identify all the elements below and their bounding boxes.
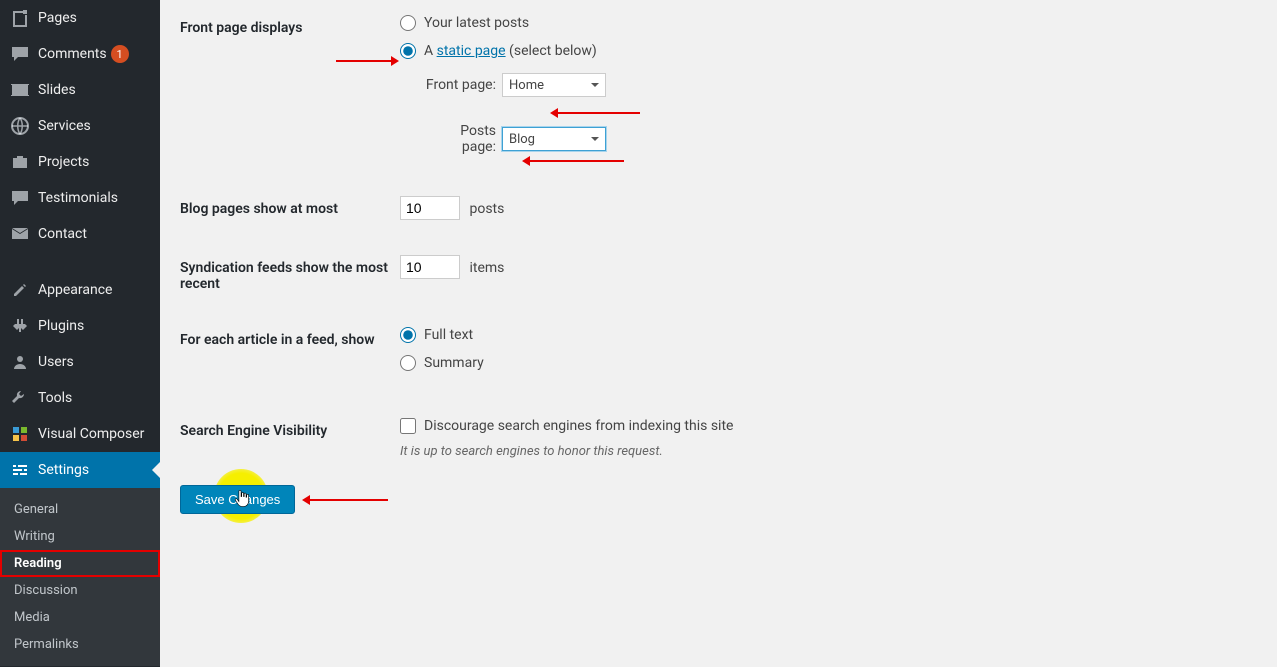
unit-label: items <box>469 260 504 276</box>
unit-label: posts <box>469 201 504 217</box>
submenu-item-discussion[interactable]: Discussion <box>0 577 160 604</box>
users-icon <box>10 352 30 372</box>
settings-submenu: General Writing Reading Discussion Media… <box>0 488 160 666</box>
radio-static-page[interactable] <box>400 43 416 59</box>
discourage-checkbox[interactable] <box>400 418 416 434</box>
front-page-displays-heading: Front page displays <box>180 0 400 181</box>
mail-icon <box>10 224 30 244</box>
sidebar-item-label: Visual Composer <box>38 426 144 442</box>
radio-label: A static page (select below) <box>424 43 597 59</box>
syndication-heading: Syndication feeds show the most recent <box>180 240 400 312</box>
sidebar-item-label: Users <box>38 354 74 370</box>
sidebar-item-pages[interactable]: Pages <box>0 0 160 36</box>
sidebar-item-label: Contact <box>38 226 87 242</box>
sidebar-item-label: Settings <box>38 462 89 478</box>
syndication-input[interactable] <box>400 255 460 279</box>
sidebar-item-visual-composer[interactable]: Visual Composer <box>0 416 160 452</box>
comments-badge: 1 <box>111 45 129 63</box>
sidebar-item-users[interactable]: Users <box>0 344 160 380</box>
red-arrow <box>310 499 388 501</box>
sidebar-item-label: Testimonials <box>38 190 118 206</box>
submenu-item-reading[interactable]: Reading <box>0 550 160 577</box>
admin-sidebar: Pages Comments 1 Slides Services Project… <box>0 0 160 667</box>
sidebar-item-label: Appearance <box>38 282 112 298</box>
sliders-icon <box>10 460 30 480</box>
blog-pages-heading: Blog pages show at most <box>180 181 400 240</box>
radio-label: Summary <box>424 355 484 371</box>
portfolio-icon <box>10 152 30 172</box>
sidebar-item-slides[interactable]: Slides <box>0 72 160 108</box>
settings-content: Front page displays Your latest posts A … <box>160 0 1277 667</box>
pages-icon <box>10 8 30 28</box>
red-arrow <box>530 160 624 162</box>
red-arrow <box>336 60 391 62</box>
radio-full-text[interactable] <box>400 327 416 343</box>
submenu-item-media[interactable]: Media <box>0 604 160 631</box>
posts-page-select[interactable]: Blog <box>502 127 606 151</box>
sidebar-item-label: Plugins <box>38 318 84 334</box>
sidebar-item-label: Services <box>38 118 91 134</box>
reading-settings-form: Front page displays Your latest posts A … <box>180 0 1257 479</box>
sidebar-item-tools[interactable]: Tools <box>0 380 160 416</box>
radio-label: Your latest posts <box>424 15 529 31</box>
select-value: Blog <box>509 132 535 147</box>
sidebar-item-label: Slides <box>38 82 76 98</box>
feed-format-heading: For each article in a feed, show <box>180 312 400 403</box>
radio-label: Full text <box>424 327 473 343</box>
chevron-down-icon <box>591 137 599 141</box>
testimonial-icon <box>10 188 30 208</box>
sidebar-item-label: Tools <box>38 390 72 406</box>
radio-latest-posts[interactable] <box>400 15 416 31</box>
globe-icon <box>10 116 30 136</box>
sidebar-item-label: Projects <box>38 154 89 170</box>
sidebar-item-contact[interactable]: Contact <box>0 216 160 252</box>
posts-page-label: Posts page: <box>424 123 496 155</box>
front-page-label: Front page: <box>424 77 496 93</box>
plugin-icon <box>10 316 30 336</box>
sidebar-item-projects[interactable]: Projects <box>0 144 160 180</box>
blog-pages-input[interactable] <box>400 196 460 220</box>
radio-summary[interactable] <box>400 355 416 371</box>
sidebar-item-label: Pages <box>38 10 77 26</box>
comments-icon <box>10 44 30 64</box>
front-page-select[interactable]: Home <box>502 73 606 97</box>
sidebar-item-testimonials[interactable]: Testimonials <box>0 180 160 216</box>
submit-row: Save Changes <box>180 485 1257 514</box>
wrench-icon <box>10 388 30 408</box>
submenu-item-permalinks[interactable]: Permalinks <box>0 631 160 658</box>
slides-icon <box>10 80 30 100</box>
sidebar-item-label: Comments <box>38 46 107 62</box>
checkbox-label: Discourage search engines from indexing … <box>424 418 733 434</box>
sidebar-item-appearance[interactable]: Appearance <box>0 272 160 308</box>
red-arrow <box>558 112 640 114</box>
brush-icon <box>10 280 30 300</box>
sidebar-item-services[interactable]: Services <box>0 108 160 144</box>
sidebar-item-plugins[interactable]: Plugins <box>0 308 160 344</box>
chevron-down-icon <box>591 83 599 87</box>
select-value: Home <box>509 78 544 93</box>
submenu-item-writing[interactable]: Writing <box>0 523 160 550</box>
static-page-link[interactable]: static page <box>437 43 506 59</box>
submenu-item-general[interactable]: General <box>0 496 160 523</box>
sidebar-item-comments[interactable]: Comments 1 <box>0 36 160 72</box>
sidebar-item-settings[interactable]: Settings <box>0 452 160 488</box>
sev-heading: Search Engine Visibility <box>180 403 400 479</box>
visual-composer-icon <box>10 424 30 444</box>
sev-note: It is up to search engines to honor this… <box>400 444 1247 459</box>
menu-separator <box>0 252 160 272</box>
cursor-hand-icon <box>234 489 250 509</box>
